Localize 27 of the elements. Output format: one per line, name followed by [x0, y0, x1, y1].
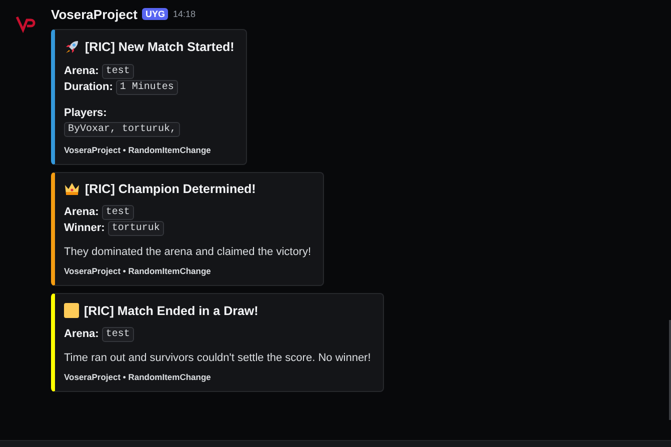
field-label: Duration: — [64, 81, 113, 93]
embed-footer: VoseraProject • RandomItemChange — [64, 266, 312, 276]
field-label: Arena: — [64, 206, 99, 218]
field-value: ByVoxar, torturuk, — [64, 122, 180, 136]
field-label: Arena: — [64, 328, 99, 340]
field-value: test — [102, 64, 134, 78]
author-name[interactable]: VoseraProject — [51, 6, 138, 22]
field-value: torturuk — [108, 220, 164, 236]
embed-description: They dominated the arena and claimed the victory! — [64, 246, 312, 258]
embed-footer: VoseraProject • RandomItemChange — [64, 372, 371, 382]
field-label: Arena: — [64, 65, 99, 77]
embed-footer: VoseraProject • RandomItemChange — [64, 145, 234, 155]
field-value: 1 Minutes — [116, 80, 178, 94]
field-label: Players: — [64, 107, 107, 119]
square-icon — [64, 303, 79, 318]
scrollbar[interactable] — [669, 320, 671, 420]
rocket-icon — [64, 39, 80, 55]
embed-description: Time ran out and survivors couldn't settle the score. No winner! — [64, 352, 371, 364]
timestamp: 14:18 — [172, 9, 196, 19]
app-tag: UYG — [142, 8, 168, 20]
embed-title: [RIC] Champion Determined! — [85, 182, 256, 196]
embed-title: [RIC] New Match Started! — [85, 40, 234, 54]
crown-icon — [64, 182, 80, 196]
field-value: test — [102, 204, 134, 220]
field-label: Winner: — [64, 222, 105, 234]
embed-title: [RIC] Match Ended in a Draw! — [84, 304, 258, 318]
field-value: test — [102, 326, 134, 342]
